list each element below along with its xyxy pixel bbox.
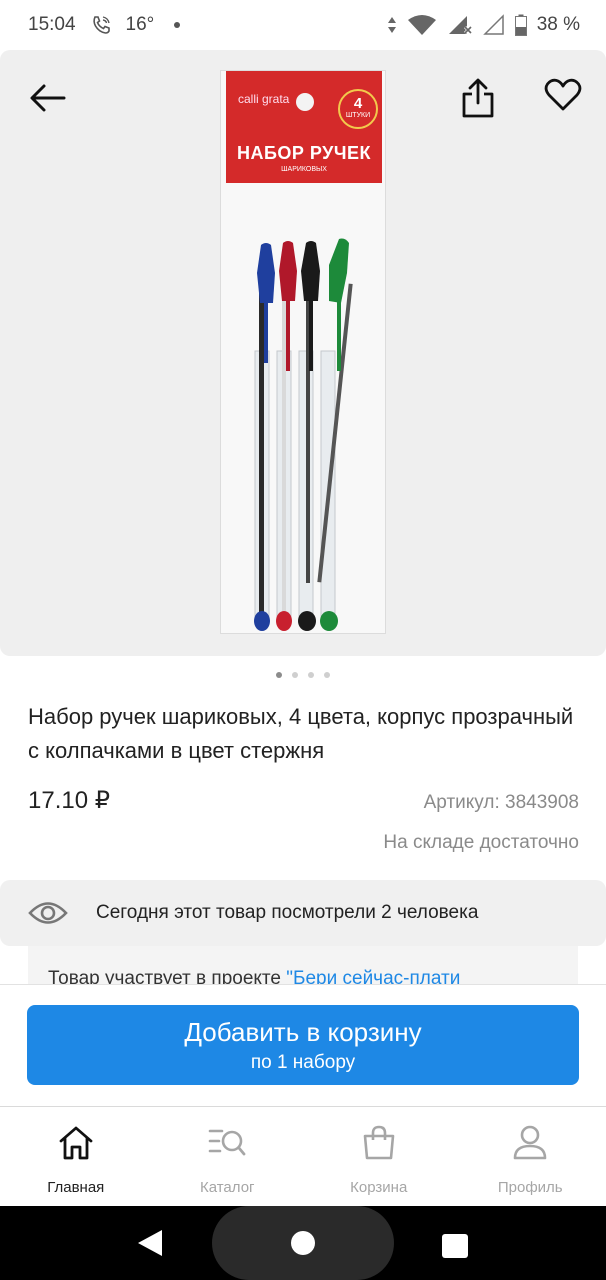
promo-text-prefix: Товар участвует в проекте — [48, 968, 287, 984]
system-home-button[interactable] — [212, 1206, 394, 1280]
pen-red — [276, 241, 297, 631]
nav-item-home[interactable]: Главная — [0, 1107, 152, 1206]
system-back-icon[interactable] — [136, 1228, 166, 1258]
share-button[interactable] — [456, 74, 500, 122]
system-home-icon — [291, 1231, 315, 1255]
battery-percent: 38 % — [536, 14, 580, 35]
catalog-search-icon — [208, 1129, 246, 1156]
status-bar: 15:04 16° 38 % — [0, 0, 606, 50]
nav-label-catalog: Каталог — [199, 1179, 255, 1196]
package-title: НАБОР РУЧЕК — [236, 143, 372, 163]
nav-label-cart: Корзина — [350, 1179, 408, 1196]
status-time: 15:04 — [28, 14, 76, 35]
product-title: Набор ручек шариковых, 4 цвета, корпус п… — [28, 704, 574, 763]
data-arrows-icon — [387, 15, 397, 35]
views-info-bar: Сегодня этот товар посмотрели 2 человека — [0, 880, 606, 946]
package-brand: calli grata — [238, 92, 290, 106]
package-hang-hole — [296, 93, 314, 111]
product-photo: calli grata 4 ШТУКИ НАБОР РУЧЕК ШАРИКОВЫ… — [220, 70, 386, 634]
product-price: 17.10 ₽ — [28, 787, 110, 814]
bottom-nav: Главная Каталог Корзина Профиль — [0, 1106, 606, 1206]
cart-bag-icon — [363, 1125, 395, 1160]
nav-item-profile[interactable]: Профиль — [455, 1107, 606, 1206]
stock-status: На складе достаточно — [383, 832, 579, 853]
product-image-card[interactable]: calli grata 4 ШТУКИ НАБОР РУЧЕК ШАРИКОВЫ… — [0, 50, 606, 656]
arrow-left-icon — [30, 84, 66, 112]
status-right: 38 % — [387, 14, 580, 36]
status-temperature: 16° — [125, 14, 155, 35]
package-count-word: ШТУКИ — [345, 112, 371, 119]
pen-black — [298, 241, 320, 631]
status-left: 15:04 16° — [28, 14, 181, 36]
pagination-dot-3[interactable] — [308, 672, 314, 678]
pens-illustration — [254, 238, 353, 631]
promo-link[interactable]: "Бери сейчас-плати — [286, 968, 460, 984]
back-button[interactable] — [26, 76, 70, 120]
cart-area: Добавить в корзину по 1 набору — [0, 984, 606, 1106]
nav-item-cart[interactable]: Корзина — [303, 1107, 455, 1206]
promo-banner: Товар участвует в проекте "Бери сейчас-п… — [28, 946, 578, 984]
add-to-cart-button[interactable]: Добавить в корзину по 1 набору — [27, 1005, 579, 1085]
cell-signal-empty-icon — [482, 14, 505, 36]
pagination-dot-1[interactable] — [276, 672, 282, 678]
views-text: Сегодня этот товар посмотрели 2 человека — [96, 902, 479, 923]
cell-signal-x-icon — [447, 14, 473, 36]
package-subtitle: ШАРИКОВЫХ — [281, 166, 327, 173]
home-icon — [59, 1126, 93, 1160]
notification-dot-icon — [174, 22, 181, 28]
phone-call-icon — [90, 14, 112, 36]
image-pagination — [0, 672, 606, 678]
system-recents-icon[interactable] — [442, 1234, 468, 1258]
package-count-badge: 4 ШТУКИ — [338, 89, 378, 129]
pen-green — [317, 238, 353, 631]
add-to-cart-sublabel: по 1 набору — [250, 1052, 356, 1073]
system-nav-bar — [0, 1206, 606, 1280]
package-header: calli grata 4 ШТУКИ НАБОР РУЧЕК ШАРИКОВЫ… — [226, 71, 382, 183]
pagination-dot-2[interactable] — [292, 672, 298, 678]
pagination-dot-4[interactable] — [324, 672, 330, 678]
share-icon — [462, 78, 494, 118]
battery-icon — [514, 14, 527, 36]
pen-blue — [254, 243, 275, 631]
sku-label: Артикул: — [423, 792, 500, 813]
profile-icon — [513, 1125, 547, 1160]
product-sku: Артикул: 3843908 — [424, 792, 579, 814]
favorite-button[interactable] — [540, 72, 586, 118]
heart-icon — [544, 78, 582, 111]
nav-label-profile: Профиль — [497, 1179, 563, 1196]
sku-value: 3843908 — [505, 792, 579, 813]
nav-label-home: Главная — [47, 1179, 105, 1196]
wifi-icon — [407, 14, 437, 36]
promo-text: Товар участвует в проекте "Бери сейчас-п… — [48, 968, 460, 984]
nav-item-catalog[interactable]: Каталог — [152, 1107, 304, 1206]
eye-icon — [28, 902, 68, 924]
add-to-cart-label: Добавить в корзину — [184, 1017, 422, 1047]
package-count-number: 4 — [353, 95, 363, 112]
